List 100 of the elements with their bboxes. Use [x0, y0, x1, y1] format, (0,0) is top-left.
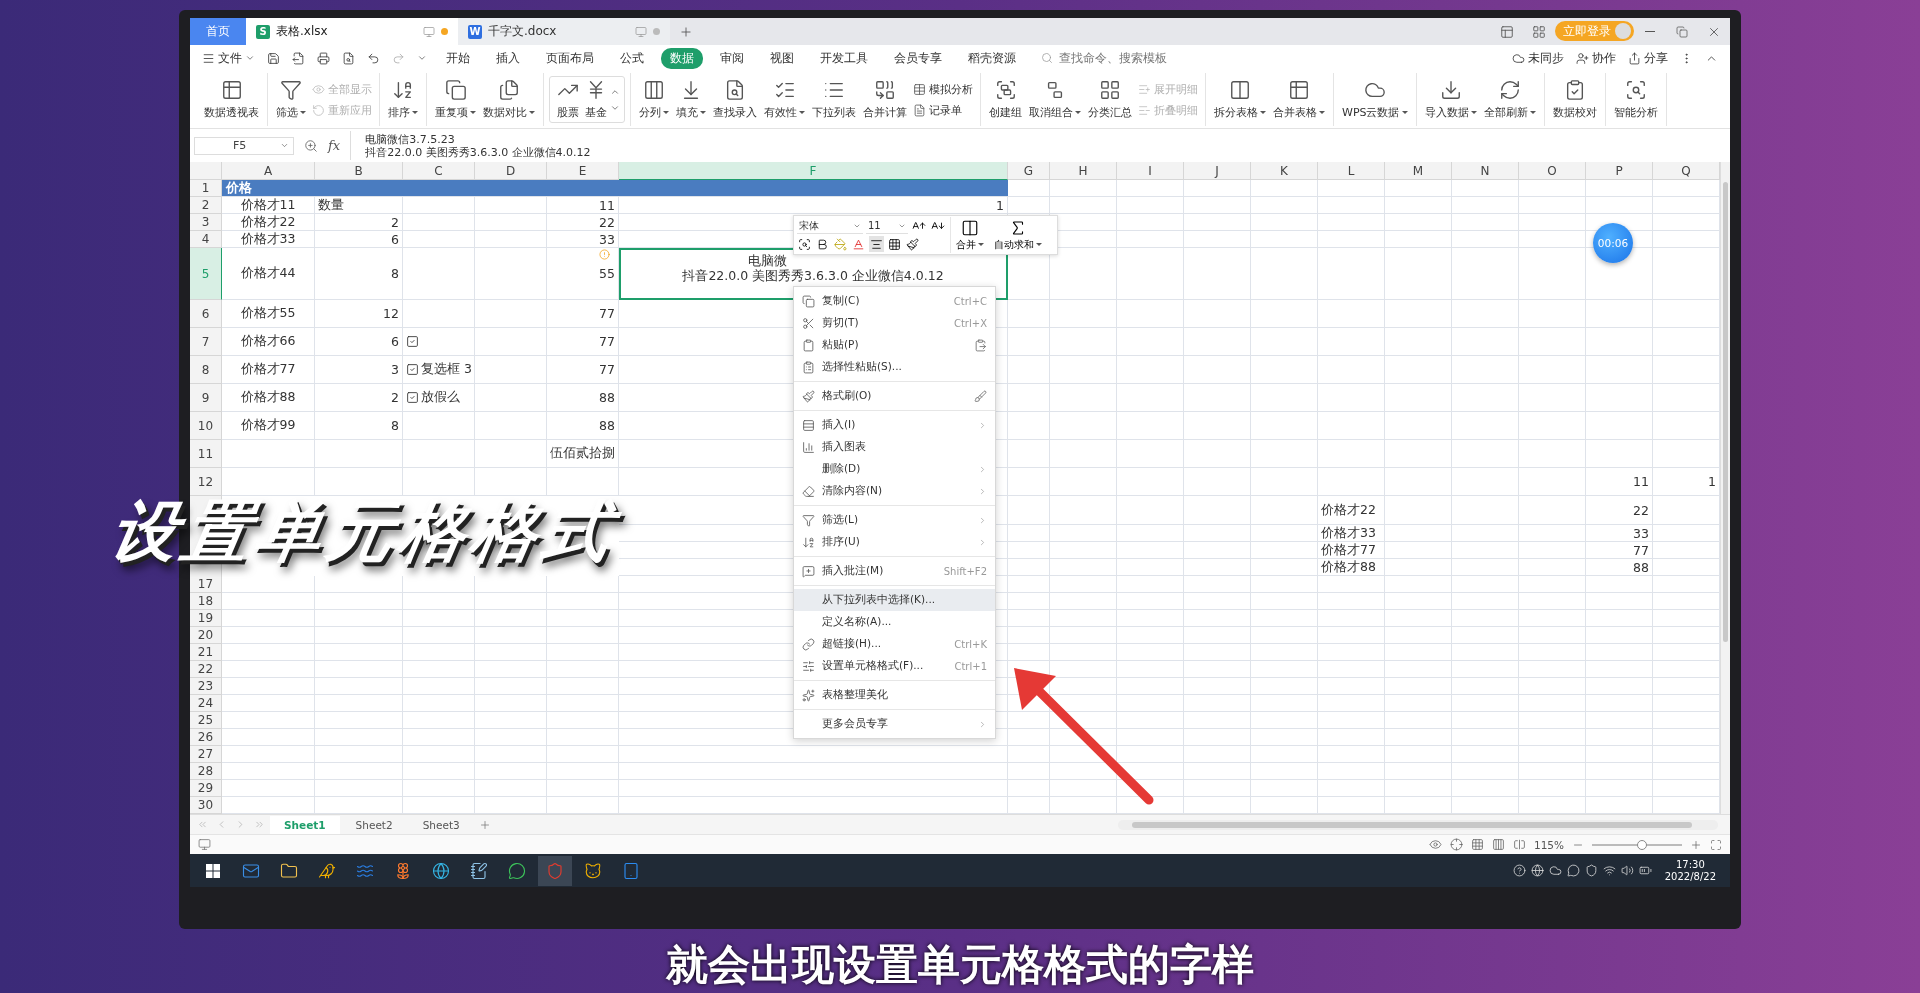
toolbar-action[interactable]: 分享	[1624, 47, 1672, 69]
column-header[interactable]: K	[1251, 162, 1318, 180]
column-header[interactable]: I	[1117, 162, 1184, 180]
taskbar-clock[interactable]: 17:30 2022/8/22	[1664, 858, 1716, 883]
column-header[interactable]: J	[1184, 162, 1251, 180]
ribbon-tab[interactable]: 稻壳资源	[959, 47, 1025, 69]
ribbon-button[interactable]: 查找录入	[710, 73, 760, 126]
row-header[interactable]: 1	[190, 180, 222, 197]
menu-item[interactable]: 超链接(H)... Ctrl+K	[794, 633, 995, 655]
menu-item[interactable]: 插入(I)	[794, 414, 995, 436]
ribbon-tab[interactable]: 开始	[437, 47, 479, 69]
row-header[interactable]: 22	[190, 661, 222, 678]
row-header[interactable]: 20	[190, 627, 222, 644]
menu-item[interactable]: 格式刷(O)	[794, 385, 995, 407]
ribbon-tab[interactable]: 会员专享	[885, 47, 951, 69]
ribbon-button[interactable]: 分类汇总	[1085, 73, 1135, 126]
menu-item[interactable]: 定义名称(A)...	[794, 611, 995, 633]
ribbon-button[interactable]: 全部刷新	[1480, 73, 1539, 126]
row-header[interactable]: 18	[190, 593, 222, 610]
column-header[interactable]: Q	[1653, 162, 1720, 180]
ribbon-button[interactable]: 基金	[582, 77, 610, 122]
menu-item[interactable]: 清除内容(N)	[794, 480, 995, 502]
ribbon-button[interactable]: 创建组	[986, 73, 1025, 126]
row-header[interactable]: 25	[190, 712, 222, 729]
row-header[interactable]: 26	[190, 729, 222, 746]
ribbon-tab[interactable]: 页面布局	[537, 47, 603, 69]
column-header[interactable]: E	[547, 162, 619, 180]
font-select[interactable]: 宋体	[797, 218, 863, 234]
sheet-tab[interactable]: Sheet2	[341, 815, 407, 834]
ribbon-button[interactable]: WPS云数据	[1339, 73, 1411, 126]
zoom-level[interactable]: 115%	[1533, 838, 1564, 851]
row-header[interactable]: 30	[190, 797, 222, 814]
ribbon-button[interactable]: 合并表格	[1270, 73, 1328, 126]
menu-item[interactable]: 筛选(L)	[794, 509, 995, 531]
menu-item[interactable]: 插入批注(M) Shift+F2	[794, 560, 995, 582]
menu-item[interactable]: 排序(U)	[794, 531, 995, 553]
ribbon-button[interactable]: 模拟分析	[911, 81, 975, 97]
menu-item[interactable]: 选择性粘贴(S)...	[794, 356, 995, 378]
ribbon-button[interactable]: 数据透视表	[201, 73, 262, 126]
column-header[interactable]: P	[1586, 162, 1653, 180]
ribbon-button[interactable]: 合并计算	[860, 73, 910, 126]
column-header[interactable]: H	[1050, 162, 1117, 180]
ribbon-tab[interactable]: 开发工具	[811, 47, 877, 69]
ribbon-tab[interactable]: 视图	[761, 47, 803, 69]
menu-item[interactable]: 剪切(T) Ctrl+X	[794, 312, 995, 334]
function-label[interactable]: fx	[328, 138, 341, 153]
formula-content[interactable]: 电脑微信3.7.5.23 抖音22.0.0 美图秀秀3.6.3.0 企业微信4.0.12	[350, 131, 1726, 160]
ribbon-button[interactable]: 填充	[673, 73, 709, 126]
column-header[interactable]: B	[315, 162, 403, 180]
ribbon-button[interactable]: 导入数据	[1421, 73, 1480, 126]
ribbon-tab[interactable]: 公式	[611, 47, 653, 69]
menu-item[interactable]: 粘贴(P)	[794, 334, 995, 356]
ribbon-button[interactable]: 记录单	[911, 102, 975, 118]
row-header[interactable]: 29	[190, 780, 222, 797]
row-header[interactable]: 21	[190, 644, 222, 661]
ribbon-button[interactable]: 有效性	[761, 73, 808, 126]
ribbon-button[interactable]: 排序	[385, 73, 421, 126]
column-header[interactable]: A	[222, 162, 315, 180]
ribbon-tab[interactable]: 插入	[487, 47, 529, 69]
document-tab[interactable]: W 千字文.docx	[458, 18, 670, 45]
sheet-tab[interactable]: Sheet3	[408, 815, 474, 834]
column-header[interactable]: O	[1519, 162, 1586, 180]
column-header[interactable]: M	[1385, 162, 1452, 180]
row-header[interactable]: 4	[190, 231, 222, 248]
document-tab[interactable]: 首页	[190, 18, 246, 45]
ribbon-button[interactable]: 数据对比	[480, 73, 538, 126]
ribbon-button[interactable]: 数据校对	[1549, 73, 1600, 126]
ribbon-button[interactable]: 分列	[636, 73, 672, 126]
document-tab[interactable]: S 表格.xlsx	[246, 18, 458, 45]
row-header[interactable]: 2	[190, 197, 222, 214]
row-header[interactable]: 23	[190, 678, 222, 695]
font-size-select[interactable]: 11	[866, 218, 908, 234]
menu-item[interactable]: 更多会员专享	[794, 713, 995, 735]
row-header[interactable]: 3	[190, 214, 222, 231]
ribbon-button[interactable]: 重复项	[432, 73, 479, 126]
column-header[interactable]: C	[403, 162, 475, 180]
file-menu[interactable]: 文件	[198, 47, 259, 69]
column-header[interactable]: N	[1452, 162, 1519, 180]
menu-item[interactable]: 从下拉列表中选择(K)...	[794, 589, 995, 611]
menu-item[interactable]: 插入图表	[794, 436, 995, 458]
column-header[interactable]: D	[475, 162, 547, 180]
ribbon-button[interactable]: 取消组合	[1026, 73, 1084, 126]
ribbon-button[interactable]: 股票	[554, 77, 582, 122]
toolbar-action[interactable]: 协作	[1572, 47, 1620, 69]
column-header[interactable]: L	[1318, 162, 1385, 180]
column-header[interactable]: G	[1008, 162, 1050, 180]
ribbon-button[interactable]: 智能分析	[1610, 73, 1661, 126]
menu-item[interactable]: 表格整理美化	[794, 684, 995, 706]
row-header[interactable]: 28	[190, 763, 222, 780]
toolbar-action[interactable]: 未同步	[1508, 47, 1568, 69]
ribbon-button[interactable]: 筛选	[273, 73, 309, 126]
ribbon-button[interactable]: 下拉列表	[809, 73, 859, 126]
menu-item[interactable]: 删除(D)	[794, 458, 995, 480]
ribbon-button[interactable]: 拆分表格	[1211, 73, 1269, 126]
ribbon-tab[interactable]: 审阅	[711, 47, 753, 69]
row-header[interactable]: 27	[190, 746, 222, 763]
menu-item[interactable]: 设置单元格格式(F)... Ctrl+1	[794, 655, 995, 677]
command-search-field[interactable]: 查找命令、搜索模板	[1041, 50, 1187, 66]
row-header[interactable]: 19	[190, 610, 222, 627]
row-header[interactable]: 24	[190, 695, 222, 712]
